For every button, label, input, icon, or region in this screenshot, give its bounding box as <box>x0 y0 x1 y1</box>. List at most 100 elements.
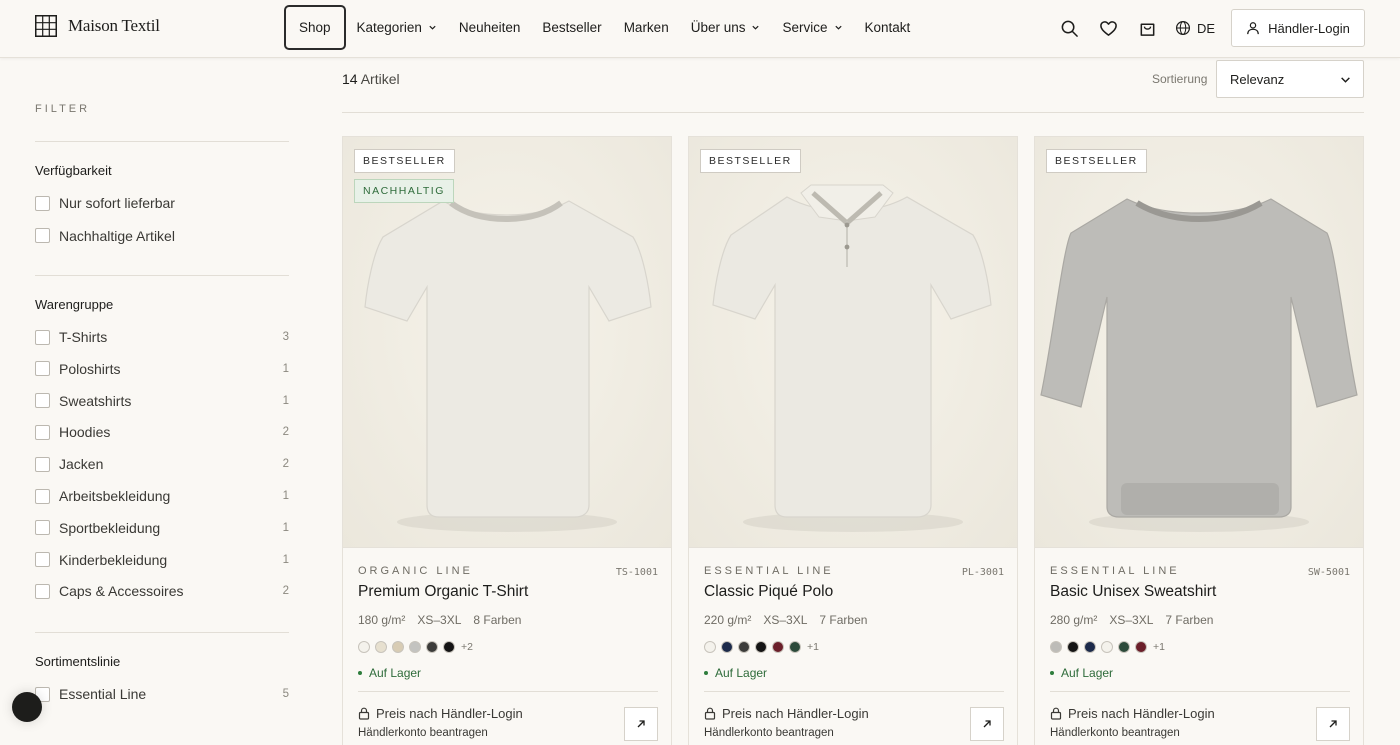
request-account-link[interactable]: Händlerkonto beantragen <box>358 727 488 739</box>
filter-checkbox[interactable] <box>35 488 50 504</box>
filter-option[interactable]: Sweatshirts 1 <box>35 391 289 411</box>
open-product-button[interactable] <box>1316 707 1350 741</box>
filter-title: FILTER <box>35 103 91 115</box>
filter-option-count: 2 <box>282 426 289 439</box>
nav-item-label: Kontakt <box>864 20 911 35</box>
sort-value: Relevanz <box>1230 71 1285 87</box>
filter-group-title: Warengruppe <box>35 297 114 312</box>
filter-checkbox[interactable] <box>35 361 50 377</box>
color-swatch[interactable] <box>789 641 801 653</box>
product-name[interactable]: Basic Unisex Sweatshirt <box>1050 583 1216 601</box>
chevron-down-icon <box>1341 76 1350 83</box>
arrow-up-right-icon <box>983 720 991 728</box>
sort-select[interactable]: Relevanz <box>1216 60 1364 98</box>
filter-option[interactable]: Kinderbekleidung 1 <box>35 550 289 570</box>
filter-option[interactable]: Nachhaltige Artikel <box>35 226 289 246</box>
filter-option-count: 2 <box>282 585 289 598</box>
filter-checkbox[interactable] <box>35 456 50 472</box>
color-swatch[interactable] <box>721 641 733 653</box>
site-header: Maison Textil Shop Kategorien Neuheiten Bes… <box>0 0 1400 58</box>
dealer-login-button[interactable]: Händler-Login <box>1231 9 1365 47</box>
filter-checkbox[interactable] <box>35 329 50 345</box>
nav-item-kategorien[interactable]: Kategorien <box>346 5 448 50</box>
nav-item-bestseller[interactable]: Bestseller <box>531 5 612 50</box>
open-product-button[interactable] <box>624 707 658 741</box>
nav-item-neuheiten[interactable]: Neuheiten <box>448 5 532 50</box>
filter-checkbox[interactable] <box>35 424 50 440</box>
logo-text: Maison Textil <box>68 16 160 35</box>
color-swatch[interactable] <box>1050 641 1062 653</box>
card-divider <box>358 691 658 692</box>
nav-item-service[interactable]: Service <box>771 5 853 50</box>
sweatshirt-illustration <box>1040 198 1358 532</box>
color-swatch[interactable] <box>1084 641 1096 653</box>
nav-item-label: Service <box>782 20 828 35</box>
filter-checkbox[interactable] <box>35 195 50 211</box>
product-name[interactable]: Premium Organic T-Shirt <box>358 583 528 601</box>
filter-group-title: Sortimentslinie <box>35 654 121 669</box>
filter-checkbox[interactable] <box>35 583 50 599</box>
language-switcher[interactable]: DE <box>1175 20 1215 36</box>
color-swatch[interactable] <box>409 641 421 653</box>
filter-checkbox[interactable] <box>35 228 50 243</box>
product-card[interactable]: BESTSELLER ESSENTIAL LINE SW-5001 Basic Uni… <box>1034 136 1364 745</box>
nav-item-marken[interactable]: Marken <box>613 5 680 50</box>
filter-checkbox[interactable] <box>35 393 50 409</box>
open-product-button[interactable] <box>970 707 1004 741</box>
search-button[interactable] <box>1058 17 1080 39</box>
product-badge: BESTSELLER <box>354 149 455 173</box>
filter-checkbox[interactable] <box>35 520 50 536</box>
filter-option[interactable]: Caps & Accessoires 2 <box>35 581 289 601</box>
color-swatch[interactable] <box>1101 641 1113 653</box>
filter-option[interactable]: Sportbekleidung 1 <box>35 518 289 538</box>
stock-dot-icon <box>1050 671 1054 675</box>
request-account-link[interactable]: Händlerkonto beantragen <box>1050 727 1180 739</box>
logo[interactable]: Maison Textil <box>35 15 160 37</box>
search-icon <box>1061 20 1078 37</box>
product-card[interactable]: BESTSELLER ESSENTIAL LINE PL-3001 Classic P… <box>688 136 1018 745</box>
filter-option[interactable]: Poloshirts 1 <box>35 359 289 379</box>
color-swatch[interactable] <box>1135 641 1147 653</box>
filter-group-title: Verfügbarkeit <box>35 163 112 178</box>
filter-option[interactable]: Jacken 2 <box>35 454 289 474</box>
product-card[interactable]: BESTSELLER NACHHALTIG ORGANIC LINE TS-1001 P… <box>342 136 672 745</box>
color-swatch[interactable] <box>1067 641 1079 653</box>
language-code: DE <box>1197 20 1216 36</box>
wishlist-button[interactable] <box>1097 17 1119 39</box>
product-spec: 280 g/m² <box>1050 613 1098 627</box>
filter-option[interactable]: Nur sofort lieferbar <box>35 193 289 213</box>
nav-item-kontakt[interactable]: Kontakt <box>854 5 922 50</box>
product-image[interactable]: BESTSELLER <box>689 137 1017 548</box>
product-badge: BESTSELLER <box>1046 149 1147 173</box>
filter-option[interactable]: T-Shirts 3 <box>35 327 289 347</box>
color-swatch[interactable] <box>375 641 387 653</box>
color-swatch[interactable] <box>443 641 455 653</box>
price-login-text: Preis nach Händler-Login <box>1068 706 1215 721</box>
color-swatch[interactable] <box>392 641 404 653</box>
logo-grid-icon <box>35 15 57 37</box>
lock-icon <box>704 707 716 720</box>
color-swatch[interactable] <box>426 641 438 653</box>
product-image[interactable]: BESTSELLER NACHHALTIG <box>343 137 671 548</box>
arrow-up-right-icon <box>1329 720 1337 728</box>
nav-item-über-uns[interactable]: Über uns <box>680 5 772 50</box>
chat-button[interactable] <box>12 692 42 722</box>
filter-option-count: 2 <box>282 458 289 471</box>
product-image[interactable]: BESTSELLER <box>1035 137 1363 548</box>
color-swatch[interactable] <box>358 641 370 653</box>
filter-option[interactable]: Hoodies 2 <box>35 422 289 442</box>
filter-option[interactable]: Essential Line 5 <box>35 684 289 704</box>
request-account-link[interactable]: Händlerkonto beantragen <box>704 727 834 739</box>
nav-item-shop[interactable]: Shop <box>284 5 346 50</box>
stock-label: Auf Lager <box>715 666 768 680</box>
filter-option[interactable]: Arbeitsbekleidung 1 <box>35 486 289 506</box>
product-sku: PL-3001 <box>961 567 1004 578</box>
color-swatch[interactable] <box>1118 641 1130 653</box>
color-swatch[interactable] <box>755 641 767 653</box>
color-swatch[interactable] <box>738 641 750 653</box>
product-name[interactable]: Classic Piqué Polo <box>704 583 833 601</box>
filter-checkbox[interactable] <box>35 552 50 568</box>
cart-button[interactable] <box>1136 17 1158 39</box>
color-swatch[interactable] <box>704 641 716 653</box>
color-swatch[interactable] <box>772 641 784 653</box>
